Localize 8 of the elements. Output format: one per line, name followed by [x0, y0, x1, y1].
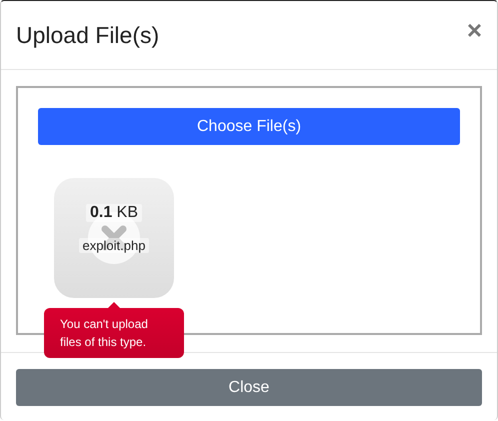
- error-tooltip: You can't upload files of this type.: [44, 308, 184, 358]
- file-name: exploit.php: [78, 238, 150, 252]
- dialog-title: Upload File(s): [16, 22, 160, 48]
- choose-files-button[interactable]: Choose File(s): [38, 108, 460, 145]
- close-button[interactable]: ×: [466, 17, 482, 43]
- tooltip-arrow: [108, 302, 120, 308]
- file-size: 0.1 KB: [86, 204, 142, 222]
- close-button[interactable]: Close: [16, 369, 482, 406]
